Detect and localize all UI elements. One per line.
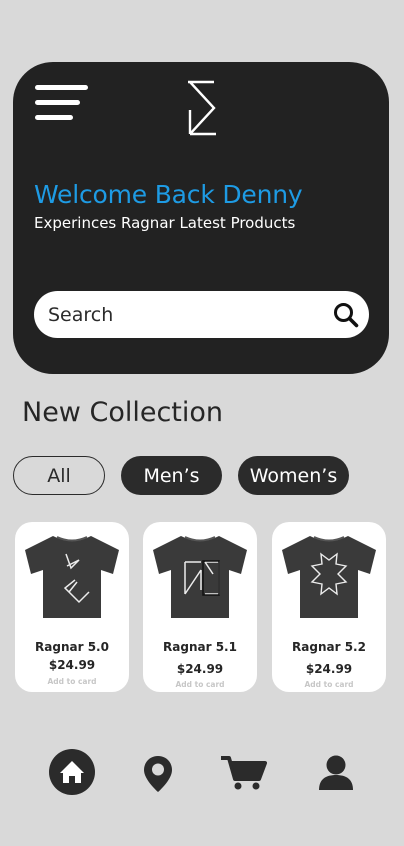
- tshirt-image: [25, 536, 119, 618]
- product-name: Ragnar 5.0: [35, 640, 109, 654]
- search-input[interactable]: [48, 291, 318, 338]
- product-name: Ragnar 5.2: [292, 640, 366, 654]
- product-name: Ragnar 5.1: [163, 640, 237, 654]
- welcome-heading: Welcome Back Denny: [34, 180, 303, 209]
- cart-icon[interactable]: [221, 755, 267, 791]
- section-title: New Collection: [22, 397, 224, 428]
- header-panel: Welcome Back Denny Experinces Ragnar Lat…: [13, 62, 389, 374]
- tshirt-image: [282, 536, 376, 618]
- tshirt-image: [153, 536, 247, 618]
- product-card[interactable]: Ragnar 5.2 $24.99 Add to card: [272, 522, 386, 692]
- user-icon[interactable]: [318, 755, 354, 791]
- filter-label: Men’s: [143, 464, 200, 487]
- product-card[interactable]: Ragnar 5.0 $24.99 Add to card: [15, 522, 129, 692]
- search-icon[interactable]: [333, 302, 359, 328]
- filter-label: All: [47, 464, 71, 487]
- filter-label: Women’s: [249, 464, 338, 487]
- location-pin-icon[interactable]: [143, 755, 173, 793]
- add-to-cart-link[interactable]: Add to card: [143, 680, 257, 689]
- product-card[interactable]: Ragnar 5.1 $24.99 Add to card: [143, 522, 257, 692]
- filter-mens-chip[interactable]: Men’s: [121, 456, 222, 495]
- filter-all-chip[interactable]: All: [13, 456, 105, 495]
- search-bar: [34, 291, 369, 338]
- product-price: $24.99: [176, 662, 224, 676]
- add-to-cart-link[interactable]: Add to card: [272, 680, 386, 689]
- menu-icon[interactable]: [35, 85, 89, 123]
- welcome-subtitle: Experinces Ragnar Latest Products: [34, 214, 296, 232]
- add-to-cart-link[interactable]: Add to card: [15, 677, 129, 686]
- product-price: $24.99: [305, 662, 353, 676]
- product-price: $24.99: [48, 658, 96, 672]
- nav-home[interactable]: [49, 749, 95, 795]
- ragnar-logo: [188, 80, 216, 136]
- filter-womens-chip[interactable]: Women’s: [238, 456, 349, 495]
